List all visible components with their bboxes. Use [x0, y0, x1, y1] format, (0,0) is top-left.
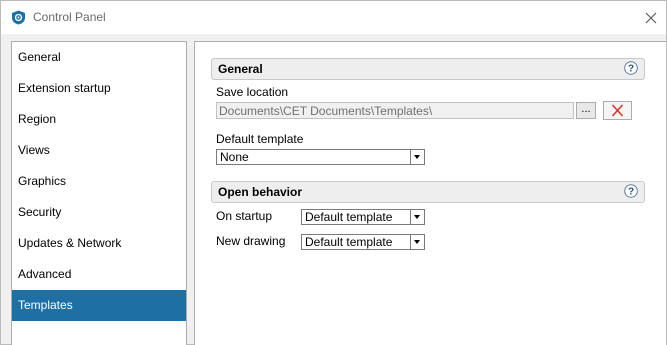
svg-text:?: ?: [628, 64, 634, 75]
help-icon[interactable]: ?: [624, 184, 638, 198]
default-template-value: None: [220, 150, 249, 164]
sidebar-item-region[interactable]: Region: [12, 104, 186, 135]
chevron-down-icon: [410, 210, 424, 224]
chevron-down-icon: [410, 235, 424, 249]
open-behavior-section-header: Open behavior ?: [211, 181, 645, 203]
clear-x-icon: [611, 104, 624, 117]
default-template-label: Default template: [216, 132, 304, 146]
help-icon[interactable]: ?: [624, 61, 638, 75]
save-location-label: Save location: [216, 85, 289, 99]
save-location-field[interactable]: Documents\CET Documents\Templates\: [216, 102, 574, 119]
title-bar: Control Panel: [1, 1, 666, 34]
sidebar-item-general[interactable]: General: [12, 42, 186, 73]
window-title: Control Panel: [33, 10, 106, 24]
browse-button[interactable]: ...: [576, 102, 596, 119]
general-section-header: General ?: [211, 58, 645, 80]
sidebar-item-graphics[interactable]: Graphics: [12, 166, 186, 197]
on-startup-dropdown[interactable]: Default template: [301, 209, 425, 225]
new-drawing-label: New drawing: [216, 234, 286, 248]
on-startup-value: Default template: [305, 210, 393, 224]
templates-panel: General ? Save location Documents\CET Do…: [194, 41, 666, 345]
shield-icon: [12, 10, 25, 25]
close-icon: [645, 12, 657, 24]
clear-location-button[interactable]: [603, 101, 632, 120]
default-template-dropdown[interactable]: None: [216, 149, 425, 165]
section-title-open-behavior: Open behavior: [218, 185, 303, 199]
svg-text:?: ?: [628, 187, 634, 198]
section-title-general: General: [218, 62, 263, 76]
sidebar-item-extension-startup[interactable]: Extension startup: [12, 73, 186, 104]
sidebar-item-templates[interactable]: Templates: [12, 290, 186, 321]
sidebar: General Extension startup Region Views G…: [11, 41, 187, 345]
sidebar-item-security[interactable]: Security: [12, 197, 186, 228]
sidebar-item-advanced[interactable]: Advanced: [12, 259, 186, 290]
new-drawing-value: Default template: [305, 235, 393, 249]
chevron-down-icon: [410, 150, 424, 164]
control-panel-window: Control Panel General Extension startup …: [0, 0, 667, 345]
on-startup-label: On startup: [216, 209, 273, 223]
sidebar-item-views[interactable]: Views: [12, 135, 186, 166]
new-drawing-dropdown[interactable]: Default template: [301, 234, 425, 250]
close-button[interactable]: [637, 6, 665, 30]
sidebar-item-updates-network[interactable]: Updates & Network: [12, 228, 186, 259]
